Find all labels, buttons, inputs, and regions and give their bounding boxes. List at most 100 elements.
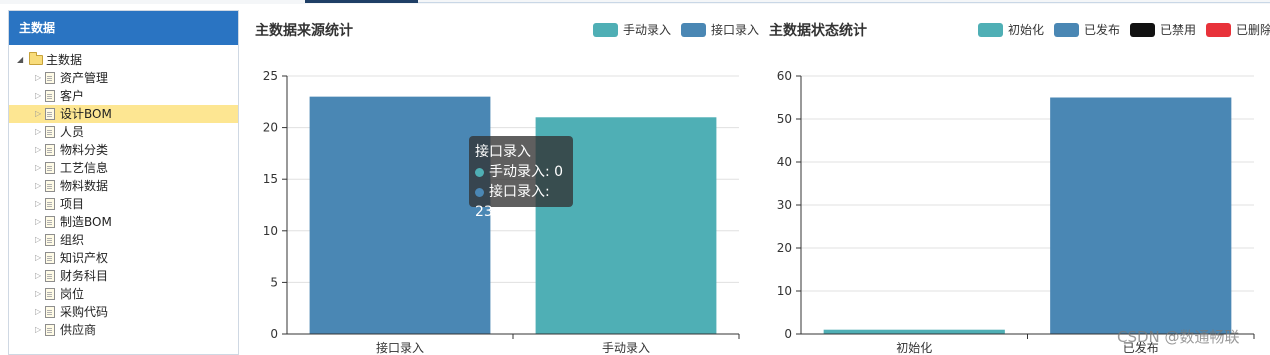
y-tick-label: 0	[784, 327, 792, 341]
tree-root-node[interactable]: ◢ 主数据	[9, 51, 238, 69]
collapse-triangle-icon[interactable]: ◢	[17, 51, 29, 69]
expand-arrow-icon[interactable]: ▷	[35, 303, 45, 321]
tree-item[interactable]: ▷ 岗位	[9, 285, 238, 303]
expand-arrow-icon[interactable]: ▷	[35, 87, 45, 105]
tree-item-label: 物料分类	[60, 143, 109, 157]
tree-item-label: 设计BOM	[60, 107, 112, 121]
y-tick-label: 60	[777, 69, 792, 83]
folder-open-icon	[29, 52, 43, 65]
active-tab-indicator[interactable]	[305, 0, 418, 3]
expand-arrow-icon[interactable]: ▷	[35, 195, 45, 213]
document-icon	[45, 306, 55, 318]
document-icon	[45, 144, 55, 156]
y-tick-label: 15	[263, 172, 278, 186]
y-tick-label: 5	[270, 275, 278, 289]
y-tick-label: 10	[263, 224, 278, 238]
charts-area: 主数据来源统计 手动录入 接口录入 主数据状态统计 初始化 已发布 已禁用 已删除 05…	[244, 8, 1270, 355]
bar	[309, 96, 491, 334]
tree-item-label: 项目	[60, 197, 85, 211]
expand-arrow-icon[interactable]: ▷	[35, 177, 45, 195]
tree-item[interactable]: ▷ 人员	[9, 123, 238, 141]
document-icon	[45, 180, 55, 192]
expand-arrow-icon[interactable]: ▷	[35, 141, 45, 159]
bar	[823, 329, 1005, 334]
tree-item[interactable]: ▷ 客户	[9, 87, 238, 105]
series-dot-icon	[475, 167, 484, 177]
tree-item[interactable]: ▷ 物料数据	[9, 177, 238, 195]
y-tick-label: 10	[777, 284, 792, 298]
tooltip-row: 手动录入: 0	[475, 162, 567, 182]
watermark: CSDN @数通畅联	[1117, 328, 1240, 346]
tree-item[interactable]: ▷ 项目	[9, 195, 238, 213]
expand-arrow-icon[interactable]: ▷	[35, 321, 45, 339]
expand-arrow-icon[interactable]: ▷	[35, 213, 45, 231]
expand-arrow-icon[interactable]: ▷	[35, 159, 45, 177]
tree-item-label: 财务科目	[60, 269, 109, 283]
tree-item-label: 采购代码	[60, 305, 109, 319]
tooltip-title: 接口录入	[475, 144, 531, 160]
y-tick-label: 50	[777, 112, 792, 126]
y-tick-label: 20	[263, 121, 278, 135]
x-tick-label: 接口录入	[376, 340, 424, 355]
tree-item[interactable]: ▷ 资产管理	[9, 69, 238, 87]
tab-divider	[418, 2, 1270, 3]
document-icon	[45, 288, 55, 300]
tree-item-label: 物料数据	[60, 179, 109, 193]
tree-item[interactable]: ▷ 物料分类	[9, 141, 238, 159]
document-icon	[45, 216, 55, 228]
tree-item[interactable]: ▷ 采购代码	[9, 303, 238, 321]
tree-item[interactable]: ▷ 知识产权	[9, 249, 238, 267]
tree-item-label: 资产管理	[60, 71, 109, 85]
tooltip-row-label: 接口录入: 23	[475, 184, 550, 220]
document-icon	[45, 126, 55, 138]
expand-arrow-icon[interactable]: ▷	[35, 105, 45, 123]
expand-arrow-icon[interactable]: ▷	[35, 123, 45, 141]
tree-item[interactable]: ▷ 工艺信息	[9, 159, 238, 177]
status-bar-chart: 0102030405060初始化 已发布	[777, 69, 1255, 355]
y-tick-label: 25	[263, 69, 278, 83]
tree-item-label: 客户	[60, 89, 85, 103]
tooltip-row-label: 手动录入: 0	[489, 164, 564, 180]
tree-item-label: 知识产权	[60, 251, 109, 265]
tree-item[interactable]: ▷ 制造BOM	[9, 213, 238, 231]
y-tick-label: 20	[777, 241, 792, 255]
expand-arrow-icon[interactable]: ▷	[35, 231, 45, 249]
panel-title: 主数据	[9, 11, 238, 45]
y-tick-label: 0	[270, 327, 278, 341]
chart-tooltip: 接口录入 手动录入: 0 接口录入: 23	[469, 136, 573, 220]
tree-children: ▷ 资产管理 ▷ 客户 ▷ 设计BOM ▷ 人员 ▷ 物料分类 ▷ 工艺信息 ▷ 物料数据 ▷ 项目 ▷ 制造BO…	[9, 69, 238, 339]
expand-arrow-icon[interactable]: ▷	[35, 267, 45, 285]
expand-arrow-icon[interactable]: ▷	[35, 249, 45, 267]
tree-item[interactable]: ▷ 供应商	[9, 321, 238, 339]
series-dot-icon	[475, 187, 484, 197]
expand-arrow-icon[interactable]: ▷	[35, 285, 45, 303]
tree-item-label: 制造BOM	[60, 215, 112, 229]
document-icon	[45, 162, 55, 174]
master-data-panel: 主数据 ◢ 主数据 ▷ 资产管理 ▷ 客户 ▷ 设计BOM ▷ 人员 ▷ 物料分类 ▷ 工艺信息 ▷ 物料…	[8, 10, 239, 355]
document-icon	[45, 234, 55, 246]
tree-item-label: 人员	[60, 125, 85, 139]
tree-item-label: 岗位	[60, 287, 85, 301]
document-icon	[45, 252, 55, 264]
document-icon	[45, 90, 55, 102]
expand-arrow-icon[interactable]: ▷	[35, 69, 45, 87]
tree-item-label: 工艺信息	[60, 161, 109, 175]
y-tick-label: 40	[777, 155, 792, 169]
tree-root-label: 主数据	[46, 53, 83, 67]
y-tick-label: 30	[777, 198, 792, 212]
document-icon	[45, 270, 55, 282]
document-icon	[45, 108, 55, 120]
tree-item[interactable]: ▷ 组织	[9, 231, 238, 249]
tree-item-label: 组织	[60, 233, 85, 247]
x-tick-label: 初始化	[896, 341, 932, 355]
tree-item[interactable]: ▷ 设计BOM	[9, 105, 238, 123]
x-tick-label: 手动录入	[602, 341, 650, 355]
master-data-tree: ◢ 主数据 ▷ 资产管理 ▷ 客户 ▷ 设计BOM ▷ 人员 ▷ 物料分类 ▷ 工艺信息 ▷ 物料数据 ▷ 项…	[9, 45, 238, 339]
tree-item[interactable]: ▷ 财务科目	[9, 267, 238, 285]
top-tab-strip	[0, 0, 1270, 4]
tooltip-row: 接口录入: 23	[475, 182, 567, 222]
app-root: 主数据 ◢ 主数据 ▷ 资产管理 ▷ 客户 ▷ 设计BOM ▷ 人员 ▷ 物料分类 ▷ 工艺信息 ▷ 物料…	[0, 0, 1270, 355]
document-icon	[45, 72, 55, 84]
bar	[1050, 97, 1232, 334]
tree-item-label: 供应商	[60, 323, 97, 337]
